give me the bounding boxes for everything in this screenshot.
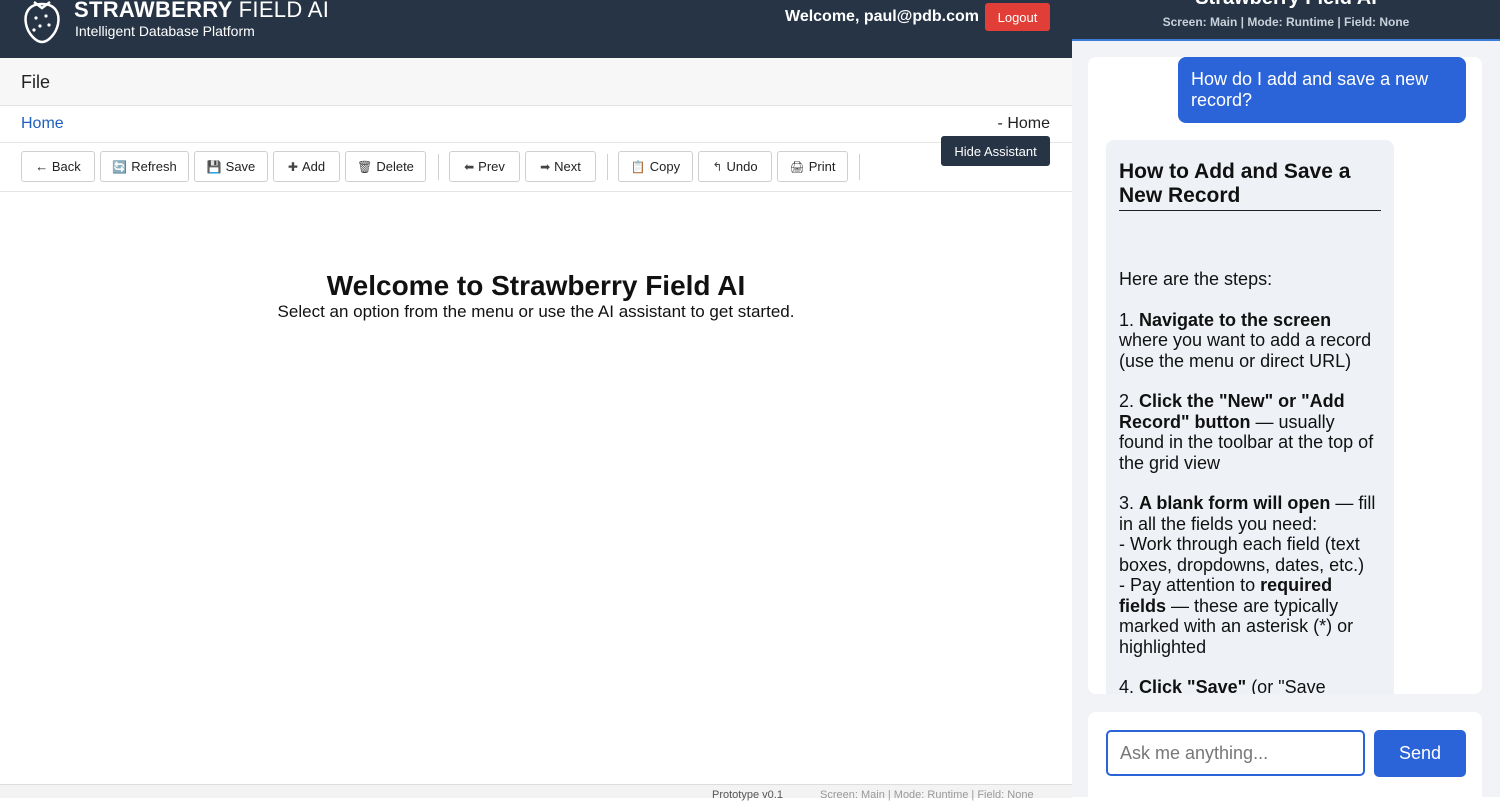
assistant-status: Screen: Main | Mode: Runtime | Field: No… bbox=[1162, 15, 1410, 29]
welcome-text: Welcome, paul@pdb.com bbox=[785, 8, 979, 25]
assistant-header: Strawberry Field AI Screen: Main | Mode:… bbox=[1072, 0, 1500, 41]
clipboard-icon: 📋 bbox=[630, 159, 646, 174]
right-arrow-icon: ➡ bbox=[540, 159, 551, 174]
step-2: 2. Click the "New" or "Add Record" butto… bbox=[1119, 391, 1374, 473]
undo-icon: ↰ bbox=[712, 159, 723, 174]
chat-input-bar: Send bbox=[1088, 712, 1482, 797]
toolbar-divider bbox=[438, 154, 439, 180]
step-4: 4. Click "Save" (or "Save Record") when … bbox=[1119, 677, 1326, 694]
refresh-icon: 🔄 bbox=[112, 159, 128, 174]
brand-title: STRAWBERRY FIELD AI bbox=[74, 0, 330, 22]
assistant-message: How to Add and Save a New Record Here ar… bbox=[1106, 140, 1394, 694]
assistant-title: Strawberry Field AI bbox=[1072, 0, 1500, 10]
prev-button[interactable]: ⬅ Prev bbox=[449, 151, 520, 182]
delete-button[interactable]: 🗑 Delete bbox=[345, 151, 426, 182]
welcome-subtitle: Select an option from the menu or use th… bbox=[277, 302, 795, 321]
printer-icon: 🖨 bbox=[789, 159, 805, 174]
user-message: How do I add and save a new record? bbox=[1178, 57, 1466, 123]
footer: Prototype v0.1 Screen: Main | Mode: Runt… bbox=[0, 784, 1072, 801]
plus-icon: ✚ bbox=[287, 159, 298, 174]
menu-file[interactable]: File bbox=[21, 72, 50, 93]
chat-input[interactable] bbox=[1106, 730, 1365, 776]
breadcrumb: Home - Home bbox=[0, 106, 1072, 143]
toolbar: ← Back 🔄 Refresh 💾 Save ✚ Add 🗑 Delete ⬅ Prev… bbox=[0, 143, 1072, 192]
save-button[interactable]: 💾 Save bbox=[194, 151, 268, 182]
add-button[interactable]: ✚ Add bbox=[273, 151, 340, 182]
welcome-heading: Welcome to Strawberry Field AI bbox=[326, 270, 746, 301]
next-button[interactable]: ➡ Next bbox=[525, 151, 596, 182]
version-label: Prototype v0.1 bbox=[712, 789, 783, 801]
logout-button[interactable]: Logout bbox=[985, 3, 1050, 31]
main-area: STRAWBERRY FIELD AI Intelligent Database… bbox=[0, 0, 1072, 801]
refresh-button[interactable]: 🔄 Refresh bbox=[100, 151, 189, 182]
step-3: 3. A blank form will open — fill in all … bbox=[1119, 493, 1376, 657]
breadcrumb-current: - Home bbox=[997, 115, 1050, 132]
toolbar-divider bbox=[859, 154, 860, 180]
brand-subtitle: Intelligent Database Platform bbox=[75, 23, 255, 39]
back-button[interactable]: ← Back bbox=[21, 151, 95, 182]
undo-button[interactable]: ↰ Undo bbox=[698, 151, 772, 182]
footer-status: Screen: Main | Mode: Runtime | Field: No… bbox=[820, 789, 1034, 801]
assistant-message-heading: How to Add and Save a New Record bbox=[1119, 160, 1381, 211]
step-1: 1. Navigate to the screen where you want… bbox=[1119, 309, 1372, 371]
breadcrumb-home-link[interactable]: Home bbox=[21, 115, 64, 133]
trash-icon: 🗑 bbox=[357, 159, 373, 174]
toolbar-divider bbox=[607, 154, 608, 180]
send-button[interactable]: Send bbox=[1374, 730, 1466, 777]
top-header: STRAWBERRY FIELD AI Intelligent Database… bbox=[0, 0, 1072, 58]
copy-button[interactable]: 📋 Copy bbox=[618, 151, 693, 182]
chat-history[interactable]: How do I add and save a new record? How … bbox=[1088, 57, 1482, 694]
assistant-message-intro: Here are the steps: bbox=[1119, 269, 1273, 289]
strawberry-logo-icon bbox=[24, 1, 60, 44]
hide-assistant-button[interactable]: Hide Assistant bbox=[941, 136, 1050, 166]
print-button[interactable]: 🖨 Print bbox=[777, 151, 848, 182]
menu-bar: File bbox=[0, 58, 1072, 106]
left-arrow-icon: ⬅ bbox=[464, 159, 475, 174]
floppy-icon: 💾 bbox=[206, 159, 222, 174]
